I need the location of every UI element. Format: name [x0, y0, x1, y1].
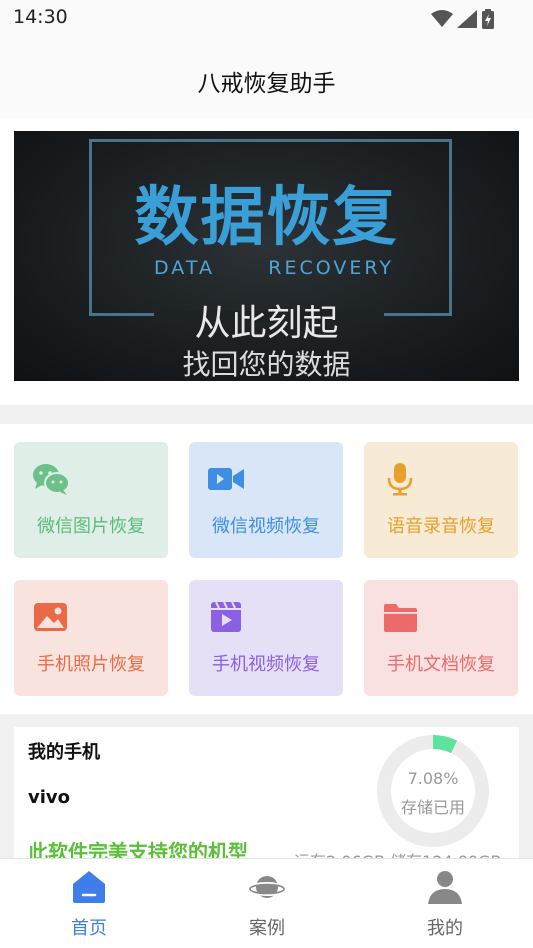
nav-label: 案例: [249, 918, 285, 939]
storage-donut-chart: [377, 735, 489, 847]
banner-title: 数据恢复: [134, 181, 399, 255]
feature-label: 语音录音恢复: [387, 516, 495, 537]
feature-card-wechat-photo[interactable]: 微信图片恢复: [14, 442, 168, 558]
feature-label: 手机文档恢复: [387, 654, 495, 675]
feature-label: 微信视频恢复: [212, 516, 320, 537]
feature-card-voice-recording[interactable]: 语音录音恢复: [364, 442, 518, 558]
app-title: 八戒恢复助手: [197, 71, 336, 97]
feature-label: 手机照片恢复: [37, 654, 145, 675]
feature-label: 手机视频恢复: [212, 654, 320, 675]
video-clip-icon: [211, 601, 241, 632]
status-bar: 14:30: [0, 0, 533, 38]
microphone-icon: [387, 463, 413, 496]
nav-label: 首页: [71, 918, 107, 939]
banner-subtitle: DATA RECOVERY: [154, 257, 394, 279]
video-camera-icon: [208, 468, 244, 490]
photo-icon: [34, 603, 67, 631]
app-header: 八戒恢复助手: [0, 38, 533, 118]
feature-card-phone-photo[interactable]: 手机照片恢复: [14, 580, 168, 696]
banner-subtitle-left: DATA: [154, 257, 215, 279]
battery-icon: [482, 9, 494, 29]
storage-used-percent: 7.08%: [407, 769, 459, 788]
my-phone-title: 我的手机: [28, 742, 100, 763]
signal-icon: [457, 10, 477, 28]
storage-used-label: 存储已用: [400, 798, 465, 817]
nav-item-cases[interactable]: 案例: [178, 859, 356, 948]
wechat-icon: [33, 464, 70, 495]
home-icon: [73, 871, 105, 903]
feature-card-phone-video[interactable]: 手机视频恢复: [189, 580, 343, 696]
wifi-icon: [431, 10, 453, 27]
banner-slogan-line2: 找回您的数据: [182, 348, 351, 381]
feature-card-phone-document[interactable]: 手机文档恢复: [364, 580, 518, 696]
screen: 14:30 八戒恢复助手 数据恢复 DATA RECOVERY 从此刻起 找回您…: [0, 0, 533, 948]
compatibility-text: 此软件完美支持您的机型: [28, 840, 248, 858]
nav-label: 我的: [427, 918, 463, 939]
nav-item-mine[interactable]: 我的: [356, 859, 533, 948]
nav-item-home[interactable]: 首页: [0, 859, 178, 948]
planet-icon: [248, 876, 286, 898]
phone-brand: vivo: [28, 787, 71, 808]
banner-image[interactable]: 数据恢复 DATA RECOVERY 从此刻起 找回您的数据: [14, 131, 519, 381]
user-icon: [428, 871, 462, 904]
status-time: 14:30: [13, 6, 68, 28]
bottom-nav: 首页 案例 我的: [0, 858, 533, 948]
my-phone-card: 我的手机 vivo 此软件完美支持您的机型 运存2.06GB 储存124.00G…: [14, 727, 519, 858]
my-phone-section: 我的手机 vivo 此软件完美支持您的机型 运存2.06GB 储存124.00G…: [0, 714, 533, 858]
feature-label: 微信图片恢复: [37, 516, 145, 537]
folder-icon: [384, 604, 417, 632]
feature-grid: 微信图片恢复 微信视频恢复 语音录音恢复 手机照片恢复 手机视频恢复 手机文档恢…: [0, 424, 533, 714]
status-icons: [431, 9, 495, 29]
banner-subtitle-right: RECOVERY: [268, 257, 394, 279]
banner-section: 数据恢复 DATA RECOVERY 从此刻起 找回您的数据: [0, 118, 533, 405]
feature-card-wechat-video[interactable]: 微信视频恢复: [189, 442, 343, 558]
banner-slogan-line1: 从此刻起: [194, 303, 339, 344]
